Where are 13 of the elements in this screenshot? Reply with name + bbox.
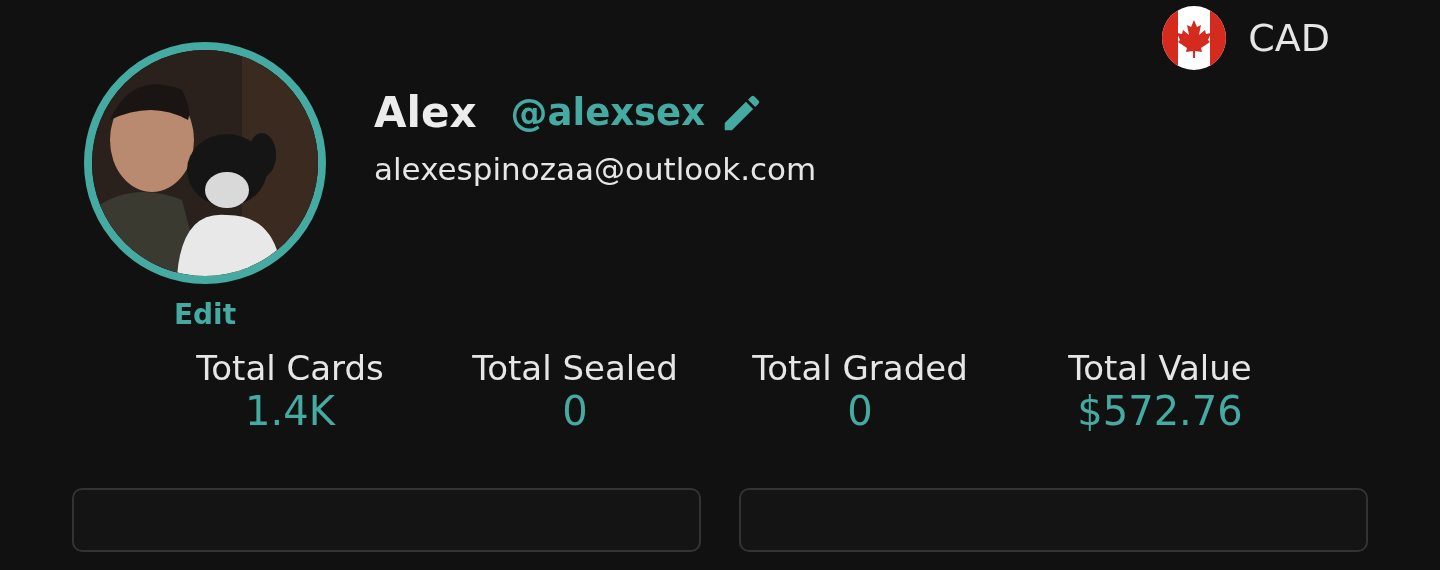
user-email: alexespinozaa@outlook.com (374, 151, 817, 187)
user-name: Alex (374, 88, 477, 137)
stat-value: 0 (562, 388, 588, 434)
stat-value: 0 (847, 388, 873, 434)
stat-value: 1.4K (245, 388, 335, 434)
stat-label: Total Graded (752, 348, 968, 388)
stat-label: Total Value (1068, 348, 1252, 388)
stat-value: $572.76 (1077, 388, 1243, 434)
stat-label: Total Sealed (472, 348, 678, 388)
currency-selector[interactable]: CAD (1162, 6, 1330, 70)
user-handle: @alexsex (510, 91, 706, 134)
edit-link[interactable]: Edit (173, 298, 237, 331)
stat-label: Total Cards (196, 348, 384, 388)
